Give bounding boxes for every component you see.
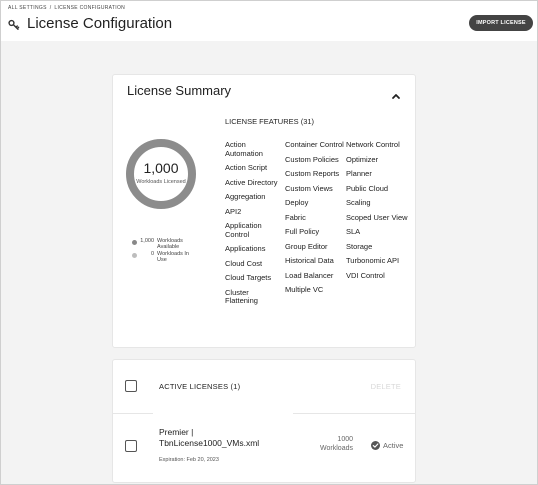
feature-item: Deploy [285,198,309,207]
feature-item: Planner [346,169,372,178]
donut-value: 1,000 [143,160,179,176]
feature-item: Aggregation [225,192,266,201]
feature-item: Cloud Cost [225,258,263,268]
feature-item: Historical Data [285,256,334,265]
active-licenses-title: ACTIVE LICENSES (1) [159,382,241,391]
feature-item: Action Script [225,163,268,172]
legend-label-available: Workloads Available [157,238,183,250]
legend-dot-available [132,240,137,245]
license-expiration: Expiration: Feb 20, 2023 [159,457,219,463]
breadcrumb-current: LICENSE CONFIGURATION [54,5,126,11]
feature-item: Active Directory [225,177,278,187]
license-name[interactable]: Premier | TbnLicense1000_VMs.xml [159,427,259,449]
feature-item: Cloud Targets [225,273,272,282]
feature-item: Group Editor [285,241,328,251]
active-licenses-card: ACTIVE LICENSES (1) DELETE Premier | Tbn… [112,359,416,483]
workloads-donut-chart: 1,000 Workloads Licensed [125,138,197,210]
donut-legend: 1,000 Workloads Available 0 Workloads In… [132,238,195,264]
feature-item: Storage [346,241,373,251]
legend-count-available: 1,000 [140,238,154,244]
legend-item-available: 1,000 Workloads Available [132,238,195,251]
feature-item: Full Policy [285,227,320,236]
feature-item: Custom Policies [285,154,339,164]
license-name-line-1: Premier | [159,427,194,437]
breadcrumb: ALL SETTINGS / LICENSE CONFIGURATION [8,5,125,11]
feature-item: Cluster Flattening [225,287,258,305]
key-icon [8,18,20,30]
feature-item: Custom Views [285,183,333,193]
legend-dot-in-use [132,253,137,258]
feature-item: Scaling [346,198,371,207]
import-license-button[interactable]: IMPORT LICENSE [469,15,533,31]
status-label: Active [383,441,404,450]
legend-label-in-use: Workloads In Use [157,251,189,263]
feature-item: SLA [346,227,361,236]
license-summary-title: License Summary [127,83,232,98]
license-features-heading: LICENSE FEATURES (31) [225,117,315,126]
feature-item: Multiple VC [285,285,324,294]
breadcrumb-separator: / [49,5,52,11]
legend-count-in-use: 0 [150,251,154,257]
active-licenses-header: ACTIVE LICENSES (1) DELETE [113,360,415,414]
feature-item: Application Control [225,221,262,239]
license-name-line-2: TbnLicense1000_VMs.xml [159,438,260,448]
breadcrumb-all-settings[interactable]: ALL SETTINGS [8,5,47,11]
page-header: ALL SETTINGS / LICENSE CONFIGURATION Lic… [1,1,537,41]
feature-item: Container Control [285,140,344,149]
row-highlight [153,408,293,418]
feature-item: Custom Reports [285,169,340,178]
workloads-count: 1000 [337,436,353,443]
feature-item: API2 [225,206,242,216]
feature-item: Fabric [285,212,306,222]
title-row: License Configuration [8,15,172,32]
chevron-up-icon[interactable] [391,87,401,99]
license-summary-card: License Summary 1,000 Workloads Licensed… [112,74,416,348]
legend-item-in-use: 0 Workloads In Use [132,251,195,264]
app-frame: ALL SETTINGS / LICENSE CONFIGURATION Lic… [0,0,538,485]
feature-item: VDI Control [346,270,385,280]
license-status: Active [371,441,403,450]
feature-item: Optimizer [346,154,379,164]
license-workloads: 1000 Workloads [307,436,353,453]
select-all-checkbox[interactable] [125,380,137,392]
feature-item: Public Cloud [346,183,389,193]
delete-button[interactable]: DELETE [371,382,401,391]
feature-item: Network Control [346,140,400,149]
check-circle-icon [371,441,380,450]
features-column-2: Container Control Custom Policies Custom… [285,140,345,301]
license-row-checkbox[interactable] [125,440,137,452]
feature-item: Turbonomic API [346,256,400,265]
donut-label: Workloads Licensed [136,179,186,185]
feature-item: Applications [225,244,266,253]
feature-item: Load Balancer [285,270,334,280]
features-column-3: Network Control Optimizer Planner Public… [346,140,408,286]
feature-item: Scoped User View [346,212,408,222]
features-column-1: Action Automation Action Script Active D… [225,140,281,312]
feature-item: Action Automation [225,140,263,158]
page-title: License Configuration [27,15,173,32]
workloads-label: Workloads [320,444,353,452]
